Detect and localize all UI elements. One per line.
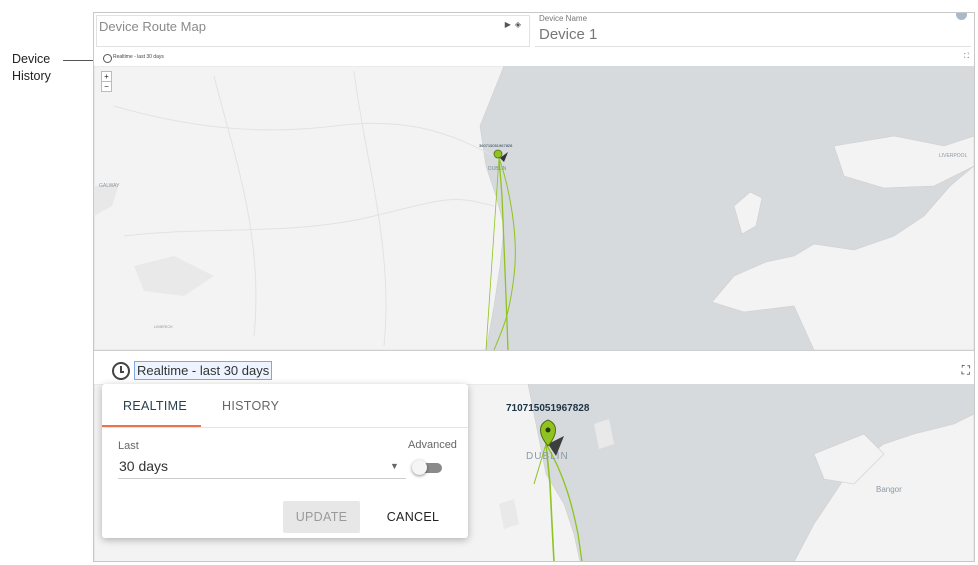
device-route-map-widget: Device Route Map ▶◈ Device Name Device 1… <box>93 12 975 562</box>
time-range-link[interactable]: Realtime - last 30 days <box>134 361 273 380</box>
device-name-label: Device Name <box>539 14 588 23</box>
chevron-down-icon[interactable]: ▼ <box>390 461 399 471</box>
toggle-knob <box>412 460 427 475</box>
mini-label-limerick: LIMERICK <box>154 324 173 329</box>
device-name-field[interactable]: Device Name Device 1 <box>535 13 971 47</box>
label-dublin: DUBLIN <box>526 451 569 462</box>
zoom-out-button[interactable]: − <box>102 81 111 91</box>
map-toolbar: Realtime - last 30 days ⛶ <box>94 351 974 384</box>
mini-device-id: 360715051967828 <box>479 143 513 148</box>
advanced-label: Advanced <box>408 439 457 451</box>
callout-line2: History <box>12 69 51 83</box>
mini-label-galway: GALWAY <box>99 183 120 189</box>
play-icon[interactable]: ▶ <box>505 20 515 29</box>
clock-icon <box>112 362 130 380</box>
fullscreen-icon[interactable]: ⛶ <box>962 363 970 378</box>
time-range-popup: REALTIME HISTORY Last 30 days ▼ Advanced… <box>102 384 468 538</box>
select-underline <box>118 478 406 479</box>
widget-title-bar: Device Route Map ▶◈ <box>96 15 530 47</box>
tab-divider <box>102 427 468 428</box>
tab-realtime[interactable]: REALTIME <box>123 399 187 413</box>
mini-label-liverpool: LIVERPOOL <box>939 153 968 159</box>
callout-leader-line <box>63 60 94 61</box>
callout-line1: Device <box>12 52 51 66</box>
last-label: Last <box>118 440 139 452</box>
mini-zoom-control: + − <box>101 71 112 92</box>
widget-title: Device Route Map <box>99 19 206 34</box>
clock-icon <box>103 54 112 63</box>
device-name-value[interactable]: Device 1 <box>539 26 597 43</box>
device-history-callout: Device History <box>12 51 51 85</box>
avatar[interactable] <box>956 13 967 20</box>
zoom-in-button[interactable]: + <box>102 72 111 81</box>
last-select[interactable]: 30 days <box>119 458 168 474</box>
title-icons: ▶◈ <box>505 20 525 29</box>
fullscreen-icon[interactable]: ⛶ <box>964 53 969 61</box>
mini-range-link[interactable]: Realtime - last 30 days <box>113 54 164 60</box>
update-button[interactable]: UPDATE <box>283 501 360 533</box>
mini-map-toolbar: Realtime - last 30 days ⛶ <box>94 51 974 65</box>
cancel-button[interactable]: CANCEL <box>382 501 444 533</box>
mini-label-dublin: DUBLIN <box>488 166 507 172</box>
label-bangor: Bangor <box>876 485 902 494</box>
device-id-label: 710715051967828 <box>506 403 590 414</box>
mini-map[interactable]: 360715051967828 DUBLIN GALWAY LIVERPOOL … <box>94 66 974 350</box>
advanced-toggle[interactable] <box>412 460 442 475</box>
target-icon[interactable]: ◈ <box>515 20 525 29</box>
tab-history[interactable]: HISTORY <box>222 399 279 413</box>
